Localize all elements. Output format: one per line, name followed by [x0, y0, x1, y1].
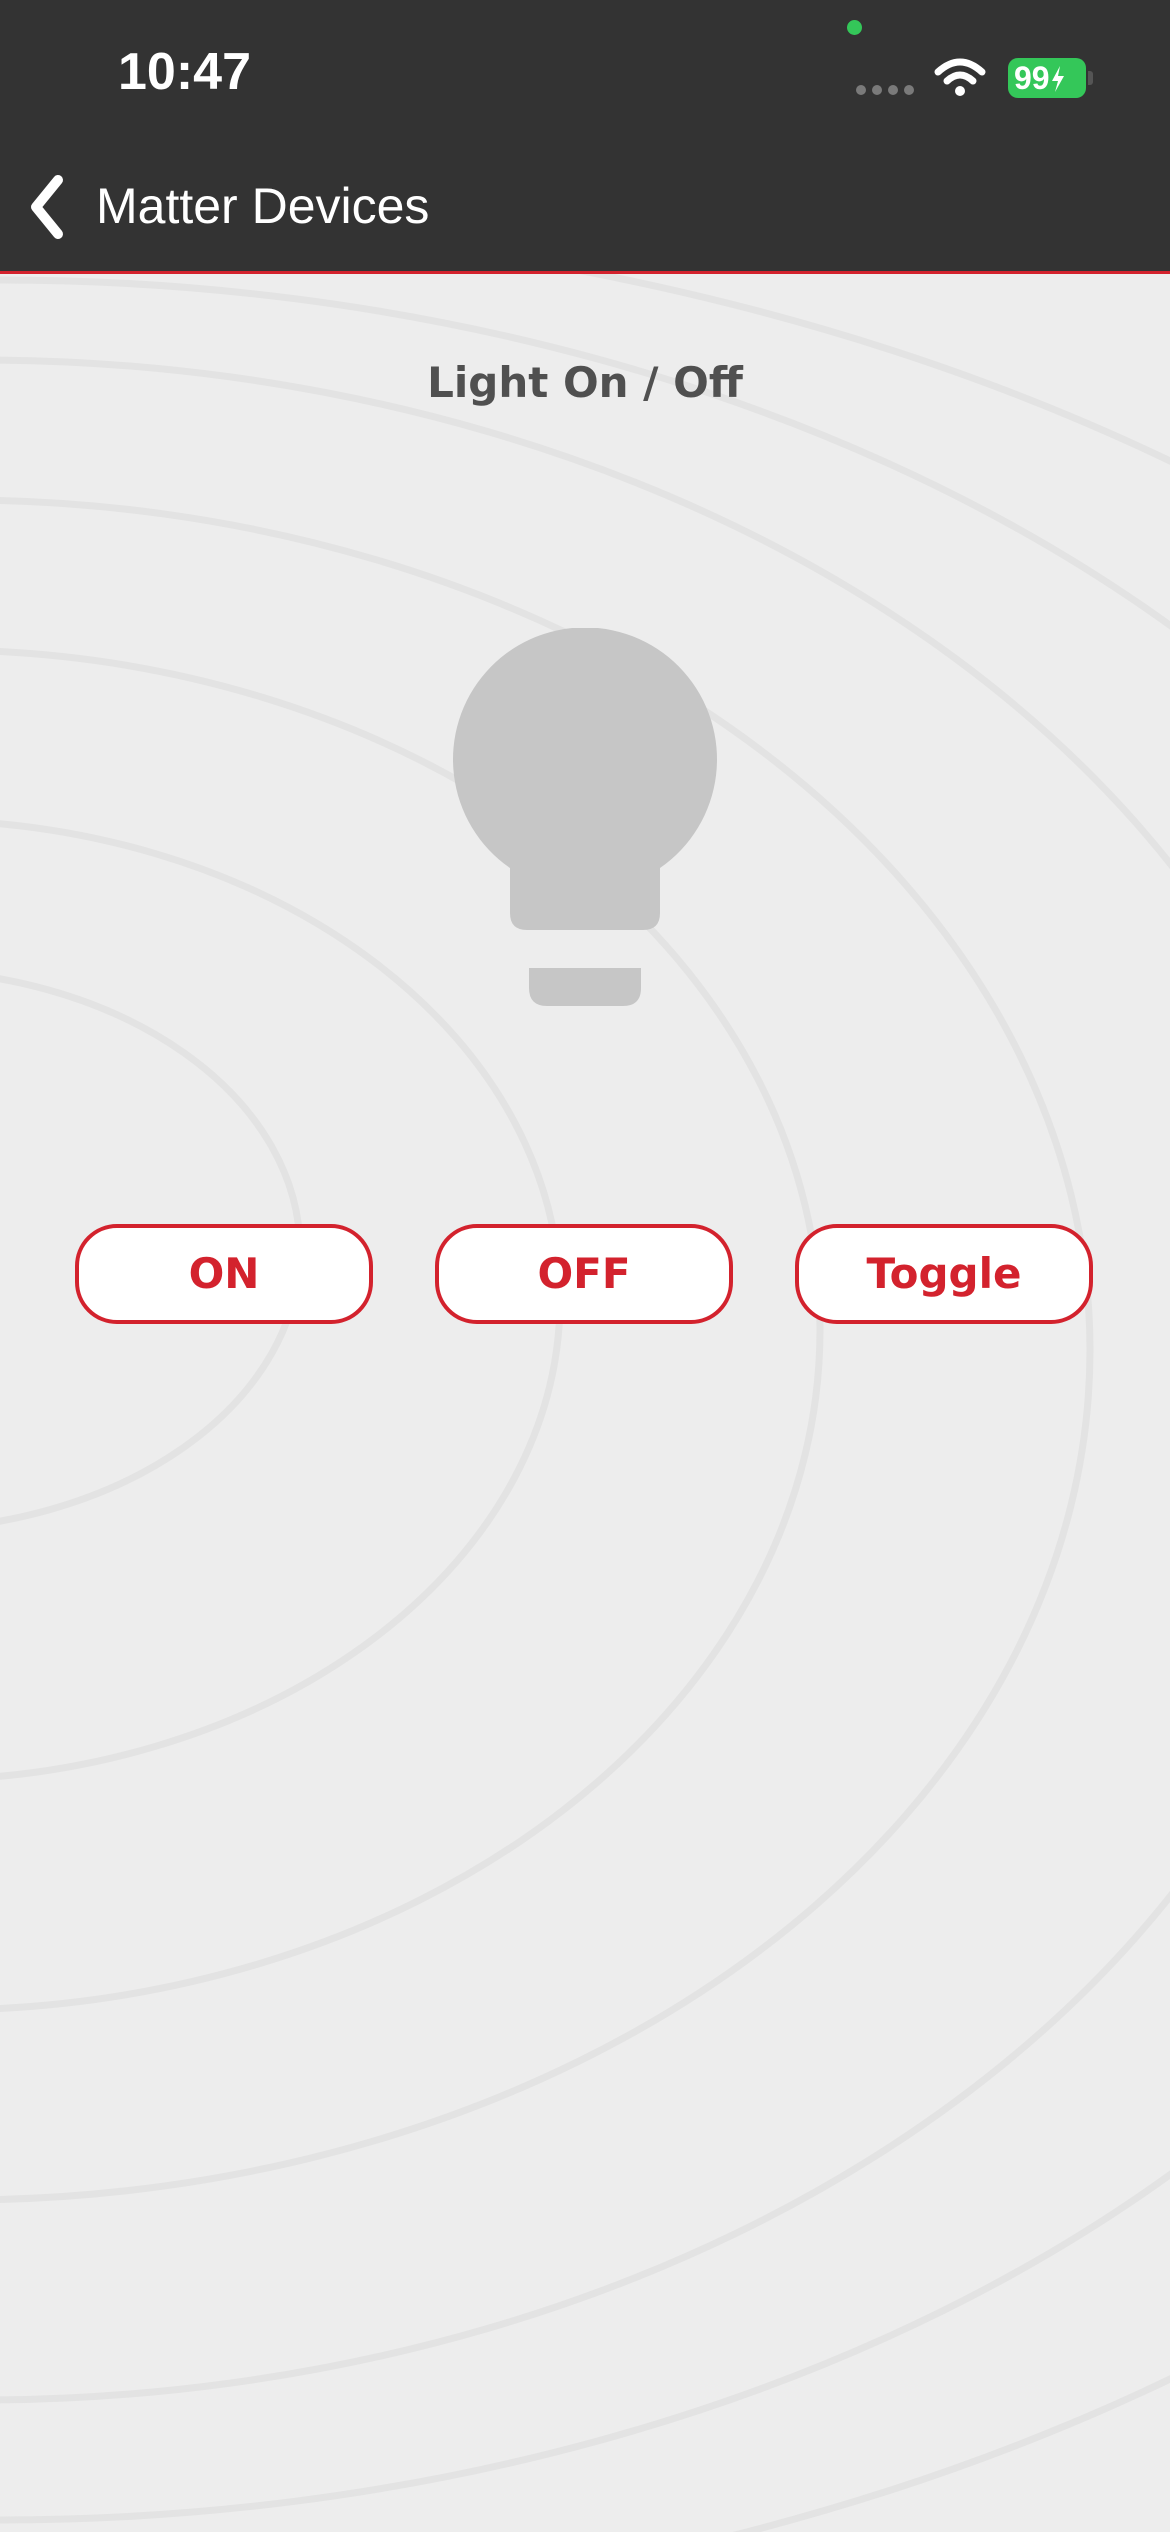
battery-indicator: 99 — [1008, 58, 1086, 98]
wifi-icon — [934, 58, 986, 96]
light-bulb-icon[interactable] — [450, 628, 720, 1008]
battery-cap — [1088, 71, 1093, 85]
navigation-bar: 10:47 99 Matter Devices — [0, 0, 1170, 274]
off-button[interactable]: OFF — [435, 1224, 733, 1324]
cellular-signal-icon — [856, 85, 914, 95]
camera-indicator-icon — [847, 20, 862, 35]
on-button[interactable]: ON — [75, 1224, 373, 1324]
charging-bolt-icon — [1051, 66, 1064, 92]
app-screen: 10:47 99 Matter Devices Light On / Off O… — [0, 0, 1170, 2532]
toggle-button[interactable]: Toggle — [795, 1224, 1093, 1324]
page-title: Light On / Off — [427, 358, 743, 407]
nav-title[interactable]: Matter Devices — [96, 177, 429, 235]
chevron-left-icon[interactable] — [22, 168, 72, 246]
status-time: 10:47 — [118, 43, 251, 101]
battery-level: 99 — [1014, 60, 1050, 96]
